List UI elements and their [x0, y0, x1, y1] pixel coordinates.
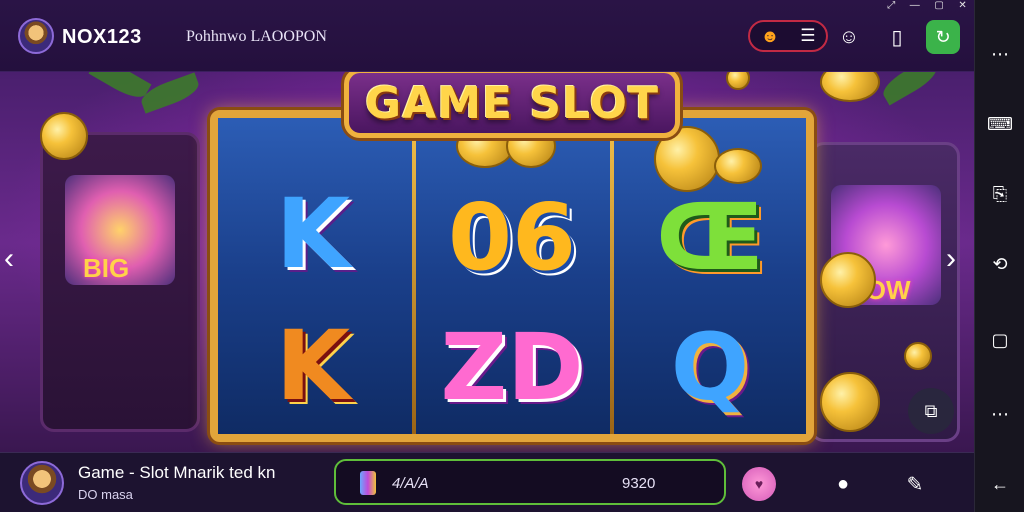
window-controls: ⤢ — ▢ ✕: [880, 0, 974, 12]
reel-3: Œ Q: [614, 118, 806, 434]
avatar[interactable]: [20, 461, 64, 505]
face-icon[interactable]: ☺: [832, 20, 866, 54]
resize-icon[interactable]: ⤢: [887, 0, 895, 12]
reel-2: 06 ZD: [416, 118, 610, 434]
chat-icon[interactable]: ●: [826, 467, 860, 501]
game-canvas[interactable]: BIG NOW K K 06 ZD Œ Q GAME SLOT ‹ › ⧉: [0, 72, 974, 452]
close-icon[interactable]: ✕: [958, 0, 966, 12]
reel-1-symbol-top: K: [275, 178, 351, 290]
battery-icon: [360, 471, 376, 495]
bottom-bar: Game - Slot Mnarik ted kn DO masa 4/A/A …: [0, 452, 974, 512]
pig-icon[interactable]: ♥: [742, 467, 776, 501]
reel-3-symbol-top: Œ: [656, 184, 764, 291]
reel-1-symbol-bottom: K: [275, 310, 351, 422]
reel-3-symbol-bottom: Q: [670, 314, 750, 421]
keyboard-icon[interactable]: ⌨: [975, 104, 1024, 144]
gold-coin: [820, 252, 876, 308]
page-caption: Pohhnwo LAOOPON: [186, 28, 327, 45]
minimize-icon[interactable]: —: [910, 0, 920, 12]
gold-coin: [40, 112, 88, 160]
reel-2-symbol-top: 06: [447, 184, 577, 291]
app-logo[interactable]: [18, 18, 54, 54]
maximize-icon[interactable]: ▢: [934, 0, 943, 12]
gold-coin: [726, 72, 750, 90]
top-bar: NOX123 Pohhnwo LAOOPON ☻ ☰ ☺ ▯ ↻ ⤢ — ▢ ✕: [0, 0, 974, 72]
slot-frame: K K 06 ZD Œ Q: [210, 110, 814, 442]
hamburger-icon[interactable]: ☰: [800, 26, 815, 46]
refresh-icon[interactable]: ↻: [926, 20, 960, 54]
window-icon[interactable]: ▢: [975, 320, 1024, 360]
user-menu-pill[interactable]: ☻ ☰: [748, 20, 828, 52]
more-icon[interactable]: ⋯: [975, 394, 1024, 434]
gold-coin: [904, 342, 932, 370]
chevron-right-icon[interactable]: ›: [946, 242, 956, 276]
gold-coin: [714, 148, 762, 184]
phone-icon[interactable]: ▯: [880, 20, 914, 54]
fullscreen-icon[interactable]: ⧉: [908, 388, 954, 434]
screenshot-icon[interactable]: ⎘: [975, 174, 1024, 214]
palm-leaf: [138, 72, 202, 114]
chevron-left-icon[interactable]: ‹: [4, 242, 14, 276]
back-icon[interactable]: ←: [975, 464, 1024, 504]
gold-coin: [820, 72, 880, 102]
share-icon[interactable]: ✎: [898, 467, 932, 501]
user-icon[interactable]: ☻: [760, 26, 779, 47]
more-icon[interactable]: ⋯: [975, 34, 1024, 74]
stats-box[interactable]: 4/A/A 9320: [334, 459, 726, 505]
gold-coin: [820, 372, 880, 432]
stat-value-a: 4/A/A: [392, 475, 429, 492]
game-subtitle: DO masa: [78, 487, 133, 502]
app-name: NOX123: [62, 26, 142, 48]
arcade-text: BIG: [83, 253, 130, 283]
palm-leaf: [878, 72, 942, 106]
game-title: GAME SLOT: [365, 77, 659, 129]
reel-1: K K: [218, 118, 412, 434]
game-title-banner: GAME SLOT: [344, 72, 680, 138]
rotate-icon[interactable]: ⟲: [975, 244, 1024, 284]
game-name: Game - Slot Mnarik ted kn: [78, 463, 276, 482]
arcade-machine-left: BIG: [40, 132, 200, 432]
sidebar: ⋯ ⌨ ⎘ ⟲ ▢ ⋯ ←: [974, 0, 1024, 512]
stat-value-b: 9320: [622, 475, 656, 492]
reel-2-symbol-bottom: ZD: [440, 314, 584, 421]
